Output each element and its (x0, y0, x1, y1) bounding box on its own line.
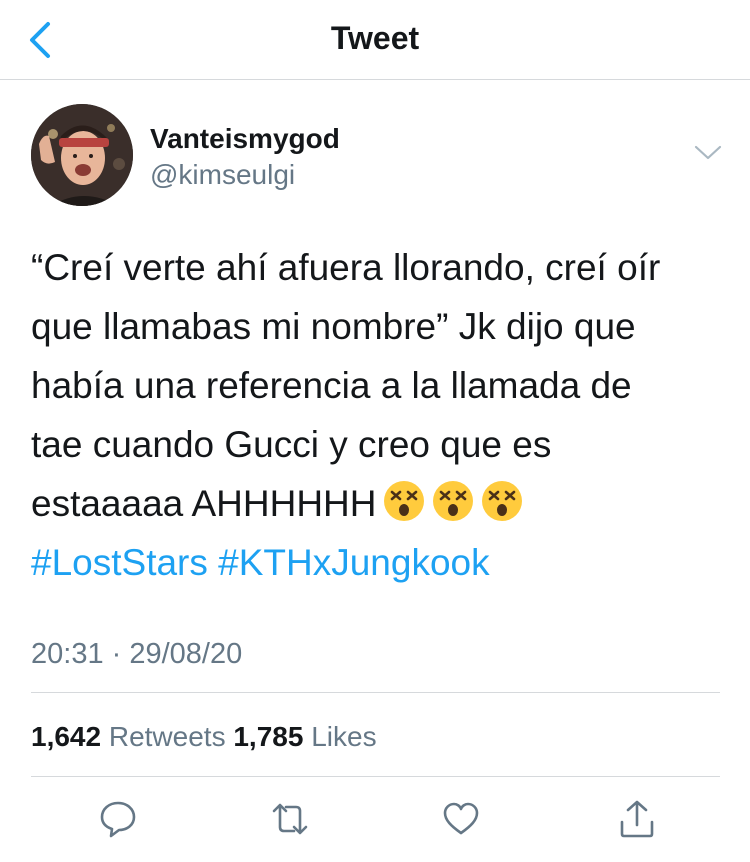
reply-icon[interactable] (98, 798, 138, 840)
dizzy-face-emoji-icon (482, 481, 523, 521)
retweet-icon[interactable] (270, 798, 310, 840)
tweet-last-line: estaaaaa AHHHHHH (31, 474, 731, 533)
likes-count[interactable]: 1,785 (233, 721, 303, 752)
retweets-count[interactable]: 1,642 (31, 721, 101, 752)
chevron-down-icon[interactable] (693, 143, 723, 163)
page-title: Tweet (330, 20, 420, 56)
tweet-line: tae cuando Gucci y creo que es (31, 424, 552, 465)
tweet-line: que llamabas mi nombre” Jk dijo que (31, 306, 636, 347)
dizzy-face-emoji-icon (384, 481, 425, 521)
tweet-timestamp: 20:31 · 29/08/20 (31, 638, 243, 670)
hashtag-line: #LostStars #KTHxJungkook (31, 533, 731, 592)
tweet-line: estaaaaa AHHHHHH (31, 483, 377, 524)
tweet-line: había una referencia a la llamada de (31, 365, 632, 406)
author-handle[interactable]: @kimseulgi (150, 158, 295, 192)
dizzy-face-emoji-icon (433, 481, 474, 521)
navigation-bar: Tweet (0, 0, 750, 80)
share-icon[interactable] (617, 798, 657, 840)
avatar[interactable] (31, 104, 133, 206)
hashtag-link[interactable]: #KTHxJungkook (218, 542, 489, 583)
tweet-stats: 1,642 Retweets 1,785 Likes (31, 720, 377, 754)
divider (31, 776, 720, 777)
like-heart-icon[interactable] (441, 798, 481, 840)
retweets-label[interactable]: Retweets (109, 721, 226, 752)
hashtag-link[interactable]: #LostStars (31, 542, 208, 583)
tweet-line: “Creí verte ahí afuera llorando, creí oí… (31, 247, 661, 288)
tweet-text: “Creí verte ahí afuera llorando, creí oí… (31, 238, 731, 592)
divider (31, 692, 720, 693)
author-display-name[interactable]: Vanteismygod (150, 122, 340, 156)
likes-label[interactable]: Likes (311, 721, 376, 752)
